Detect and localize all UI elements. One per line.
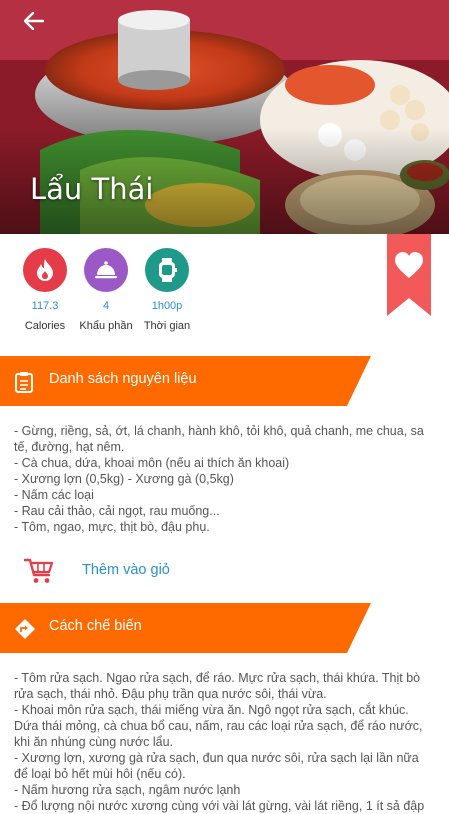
steps-header: Cách chế biến xyxy=(0,603,449,653)
ingredients-title: Danh sách nguyên liệu xyxy=(49,371,197,387)
add-to-cart-label: Thêm vào giỏ xyxy=(82,562,170,578)
servings-label: Khẩu phần xyxy=(79,320,133,332)
stat-calories: 117.3 Calories xyxy=(10,248,80,332)
stat-servings: 4 Khẩu phần xyxy=(71,248,141,332)
steps-list: - Tôm rửa sạch. Ngao rửa sạch, để ráo. M… xyxy=(14,670,436,814)
heart-bookmark-icon xyxy=(387,234,431,316)
servings-value: 4 xyxy=(102,300,110,312)
calories-value: 117.3 xyxy=(31,300,59,312)
shopping-cart-icon xyxy=(24,558,54,583)
ingredient-line: - Tôm, ngao, mực, thịt bò, đậu phụ. xyxy=(14,520,210,534)
hero-image: Lẩu Thái xyxy=(0,0,449,234)
stat-servings-badge xyxy=(84,248,128,292)
step-line: - Khoai môn rửa sạch, thái miếng vừa ăn.… xyxy=(14,703,423,749)
step-line: - Đổ lượng nội nước xương cùng với vài l… xyxy=(14,799,425,813)
calories-label: Calories xyxy=(24,320,66,332)
back-button[interactable] xyxy=(24,12,56,44)
stat-calories-badge xyxy=(23,248,67,292)
step-line: - Tôm rửa sạch. Ngao rửa sạch, để ráo. M… xyxy=(14,671,421,701)
favorite-button[interactable] xyxy=(387,234,431,316)
step-line: - Xương lợn, xương gà rửa sạch, đun qua … xyxy=(14,751,419,781)
directions-icon xyxy=(14,618,35,639)
arrow-left-icon xyxy=(24,12,44,30)
add-to-cart-button[interactable]: Thêm vào giỏ xyxy=(0,548,449,594)
recipe-title: Lẩu Thái xyxy=(30,172,154,206)
flame-icon xyxy=(37,259,53,281)
recipe-stats: 117.3 Calories 4 Khẩu phần 1h00p Thời gi… xyxy=(0,234,449,354)
ingredients-list: - Gừng, riềng, sả, ớt, lá chanh, hành kh… xyxy=(14,423,436,535)
ingredient-line: - Xương lợn (0,5kg) - Xương gà (0,5kg) xyxy=(14,472,234,486)
stat-time-badge xyxy=(145,248,189,292)
ingredient-line: - Nấm các loại xyxy=(14,488,94,502)
time-label: Thời gian xyxy=(143,320,191,332)
ingredient-line: - Cà chua, dứa, khoai môn (nếu ai thích … xyxy=(14,456,290,470)
serving-dish-icon xyxy=(95,261,117,279)
ingredients-header: Danh sách nguyên liệu xyxy=(0,356,449,406)
clipboard-icon xyxy=(14,371,34,393)
time-value: 1h00p xyxy=(151,300,183,312)
steps-title: Cách chế biến xyxy=(49,618,142,634)
ingredient-line: - Gừng, riềng, sả, ớt, lá chanh, hành kh… xyxy=(14,424,424,454)
watch-icon xyxy=(159,258,177,282)
step-line: - Nấm hương rửa sạch, ngâm nước lạnh xyxy=(14,783,241,797)
stat-time: 1h00p Thời gian xyxy=(132,248,202,332)
ingredient-line: - Rau cải thảo, cải ngọt, rau muống... xyxy=(14,504,220,518)
